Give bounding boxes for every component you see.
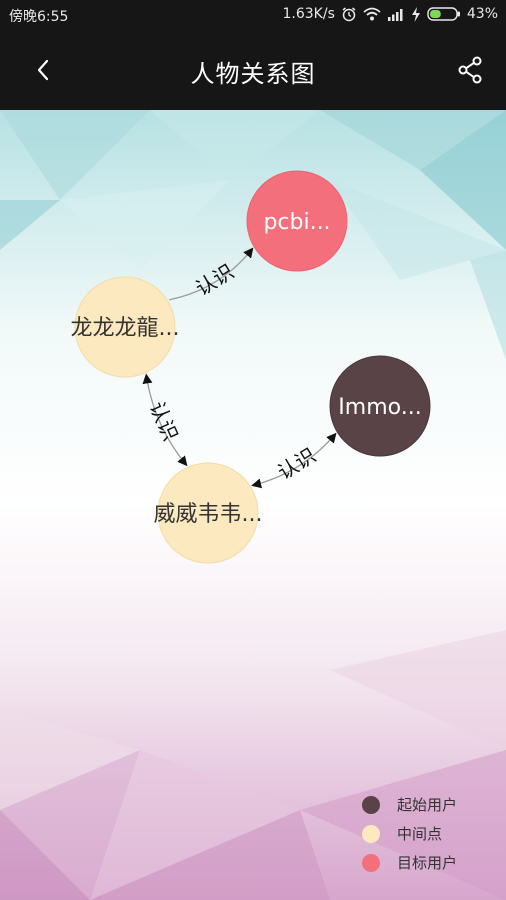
wifi-icon [363, 7, 381, 21]
status-bar: 傍晚6:55 1.63K/s 43% [0, 0, 506, 30]
share-button[interactable] [452, 52, 488, 88]
alarm-icon [342, 7, 356, 22]
battery-percent: 43% [466, 6, 498, 22]
share-icon [458, 56, 482, 84]
legend-item-middle: 中间点 [362, 819, 457, 848]
charging-icon [411, 6, 420, 22]
signal-icon [387, 9, 403, 21]
page-title: 人物关系图 [190, 60, 316, 88]
legend-label-target: 目标用户 [397, 854, 458, 872]
legend-item-start: 起始用户 [362, 790, 457, 819]
node-label: Immo... [338, 395, 421, 420]
node-label: 龙龙龙龍... [71, 316, 180, 341]
relationship-graph-canvas[interactable]: 认识 认识 认识 pcbi... 龙龙龙龍... Immo... 威威韦韦... [0, 110, 506, 900]
legend-label-start: 起始用户 [397, 796, 458, 814]
legend-dot-start [362, 795, 380, 814]
node-label: pcbi... [263, 210, 330, 235]
node-label: 威威韦韦... [154, 502, 263, 527]
status-time: 傍晚6:55 [9, 9, 69, 25]
legend-label-middle: 中间点 [397, 825, 443, 843]
legend: 起始用户 中间点 目标用户 [362, 790, 457, 877]
legend-dot-middle [362, 824, 380, 843]
graph-node-target[interactable]: pcbi... [246, 170, 348, 272]
network-speed: 1.63K/s [282, 6, 335, 22]
status-indicators: 1.63K/s 43% [283, 6, 499, 22]
graph-svg: 认识认识认识 pcbi...龙龙龙龍...Immo...威威韦韦... [0, 110, 506, 900]
legend-item-target: 目标用户 [362, 848, 457, 877]
app-bar: 人物关系图 [0, 30, 506, 110]
battery-icon [427, 7, 460, 21]
graph-node-start[interactable]: Immo... [329, 355, 431, 457]
legend-dot-target [362, 853, 380, 872]
